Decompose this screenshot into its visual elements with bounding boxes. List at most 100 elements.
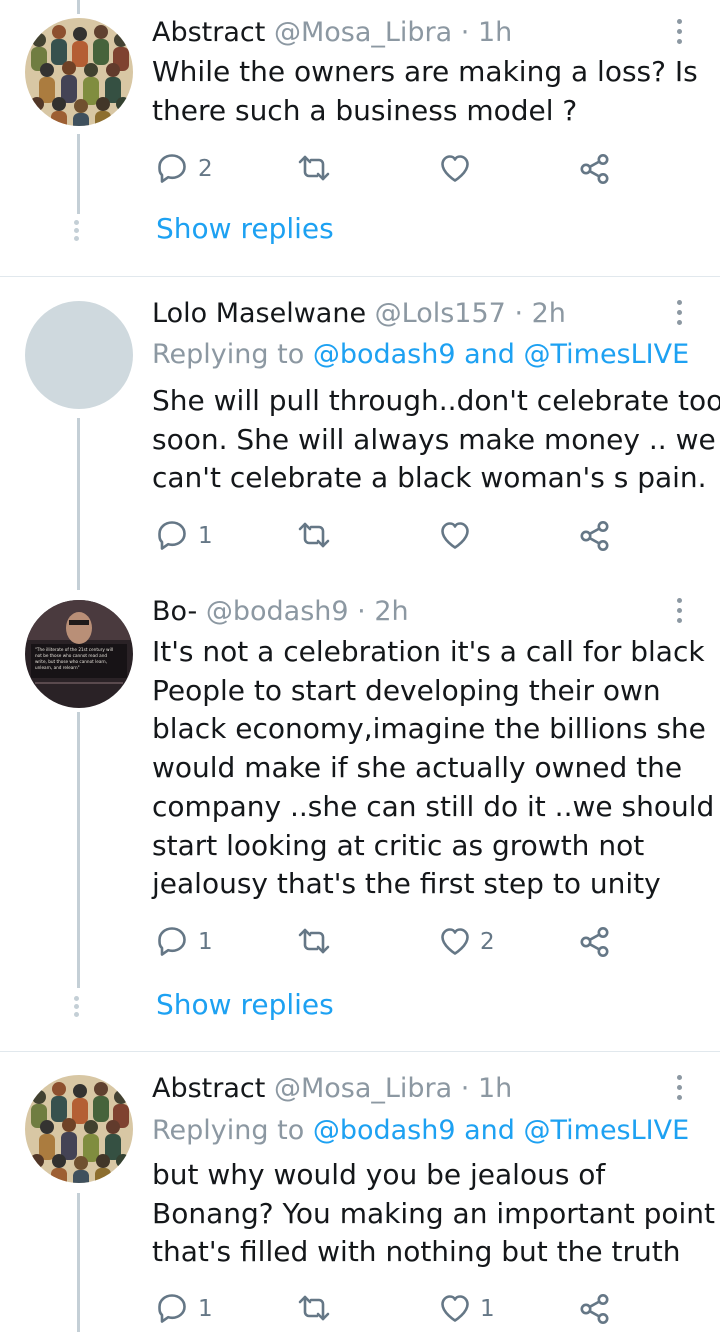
like-icon [441, 928, 469, 955]
like-icon [441, 1295, 469, 1322]
separator: · [348, 596, 375, 627]
replying-to: Replying to @bodash9 and @TimesLIVE [152, 336, 689, 374]
thread-dots [74, 996, 80, 1020]
mention-link[interactable]: @TimesLIVE [523, 339, 689, 370]
more-options-icon[interactable] [672, 19, 686, 49]
tweet-line: company ..she can still do it ..we shoul… [152, 789, 715, 823]
tweet-line: but why would you be jealous of [152, 1158, 606, 1191]
mention-link[interactable]: @TimesLIVE [523, 1115, 689, 1146]
reply-icon [158, 154, 186, 183]
thread-line [77, 0, 80, 14]
reply-icon [158, 521, 186, 550]
like-icon [441, 522, 469, 549]
retweet-button[interactable] [297, 1292, 331, 1326]
timestamp: 2h [374, 596, 409, 627]
tweet-line: People to start developing their own [152, 673, 661, 707]
display-name[interactable]: Abstract [152, 1073, 265, 1104]
user-handle[interactable]: @bodash9 [206, 596, 349, 627]
avatar[interactable] [25, 301, 133, 409]
tweet-line: She will pull through..don't celebrate t… [152, 384, 720, 417]
reply-button[interactable]: 1 [156, 925, 213, 959]
timestamp: 2h [531, 298, 566, 329]
tweet-line: there such a business model ? [152, 93, 578, 127]
share-icon [580, 154, 609, 184]
tweet-header: Lolo Maselwane @Lols157 · 2h [152, 296, 566, 332]
tweet-line: black economy,imagine the billions she [152, 712, 706, 746]
user-handle[interactable]: @Lols157 [375, 298, 506, 329]
tweet-line: Bonang? You making an important point [152, 1196, 715, 1230]
like-button[interactable]: 2 [438, 925, 495, 959]
display-name[interactable]: Bo- [152, 596, 197, 627]
retweet-icon [298, 522, 330, 548]
retweet-icon [298, 155, 330, 181]
reply-button[interactable]: 1 [156, 1292, 213, 1326]
tweet-line: jealousy that's the first step to unity [152, 867, 661, 901]
tweet-line: soon. She will always make money .. we [152, 422, 716, 456]
avatar[interactable]: "The illiterate of the 21st century will… [25, 600, 133, 708]
tweet-text: While the owners are making a loss? Is t… [152, 53, 712, 130]
reply-count: 2 [198, 156, 213, 182]
timestamp: 1h [477, 1073, 513, 1104]
replying-to-label: Replying to [152, 1115, 313, 1146]
user-handle[interactable]: @Mosa_Libra [274, 17, 452, 48]
svg-text:write, but those who cannot le: write, but those who cannot learn, [35, 659, 107, 664]
separator: · [452, 1073, 478, 1104]
timestamp: 1h [477, 17, 513, 48]
display-name[interactable]: Abstract [152, 17, 265, 48]
reply-button[interactable]: 2 [156, 152, 213, 186]
replying-to: Replying to @bodash9 and @TimesLIVE [152, 1112, 689, 1150]
mention-link[interactable]: @bodash9 [313, 1115, 456, 1146]
avatar[interactable] [25, 18, 133, 126]
share-button[interactable] [578, 1292, 612, 1326]
show-replies-link[interactable]: Show replies [156, 212, 334, 245]
tweet-line: While the owners are making a loss? Is [152, 55, 698, 88]
display-name[interactable]: Lolo Maselwane [152, 298, 366, 329]
share-button[interactable] [578, 925, 612, 959]
more-options-icon[interactable] [672, 300, 686, 330]
tweet-line: would make if she actually owned the [152, 751, 683, 785]
avatar[interactable] [25, 1075, 133, 1183]
separator: · [452, 17, 478, 48]
thread-line [77, 712, 80, 988]
share-icon [580, 926, 609, 958]
thread-dots [74, 220, 80, 244]
share-button[interactable] [578, 152, 612, 186]
mention-link[interactable]: @bodash9 [313, 339, 456, 370]
tweet-header: Abstract @Mosa_Libra · 1h [152, 15, 512, 51]
share-button[interactable] [578, 519, 612, 553]
like-count: 1 [480, 1296, 495, 1322]
thread-line [77, 418, 80, 590]
svg-text:unlearn, and relearn": unlearn, and relearn" [35, 665, 80, 670]
share-icon [580, 520, 609, 552]
separator: · [505, 298, 532, 329]
tweet-line: that's filled with nothing but the truth [152, 1235, 681, 1269]
reply-icon [158, 927, 186, 956]
like-count: 2 [480, 929, 495, 955]
divider [0, 1051, 720, 1052]
divider [0, 276, 720, 277]
retweet-button[interactable] [297, 152, 331, 186]
thread-line [77, 134, 80, 214]
more-options-icon[interactable] [672, 1075, 686, 1105]
share-icon [580, 1294, 609, 1324]
user-handle[interactable]: @Mosa_Libra [274, 1073, 452, 1104]
retweet-button[interactable] [297, 519, 331, 553]
tweet-text: but why would you be jealous of Bonang? … [152, 1156, 715, 1272]
retweet-icon [298, 928, 330, 954]
replying-and: and [455, 339, 524, 370]
like-icon [441, 155, 469, 182]
more-options-icon[interactable] [672, 598, 686, 628]
replying-to-label: Replying to [152, 339, 313, 370]
tweet-line: start looking at critic as growth not [152, 828, 645, 862]
tweet-text: It's not a celebration it's a call for b… [152, 633, 715, 904]
reply-button[interactable]: 1 [156, 519, 213, 553]
like-button[interactable]: 1 [438, 1292, 495, 1326]
like-button[interactable] [438, 519, 472, 553]
replying-and: and [455, 1115, 524, 1146]
thread-line [77, 1193, 80, 1332]
show-replies-link[interactable]: Show replies [156, 988, 334, 1021]
like-button[interactable] [438, 152, 472, 186]
tweet-header: Abstract @Mosa_Libra · 1h [152, 1071, 512, 1107]
reply-icon [158, 1294, 186, 1323]
retweet-button[interactable] [297, 925, 331, 959]
